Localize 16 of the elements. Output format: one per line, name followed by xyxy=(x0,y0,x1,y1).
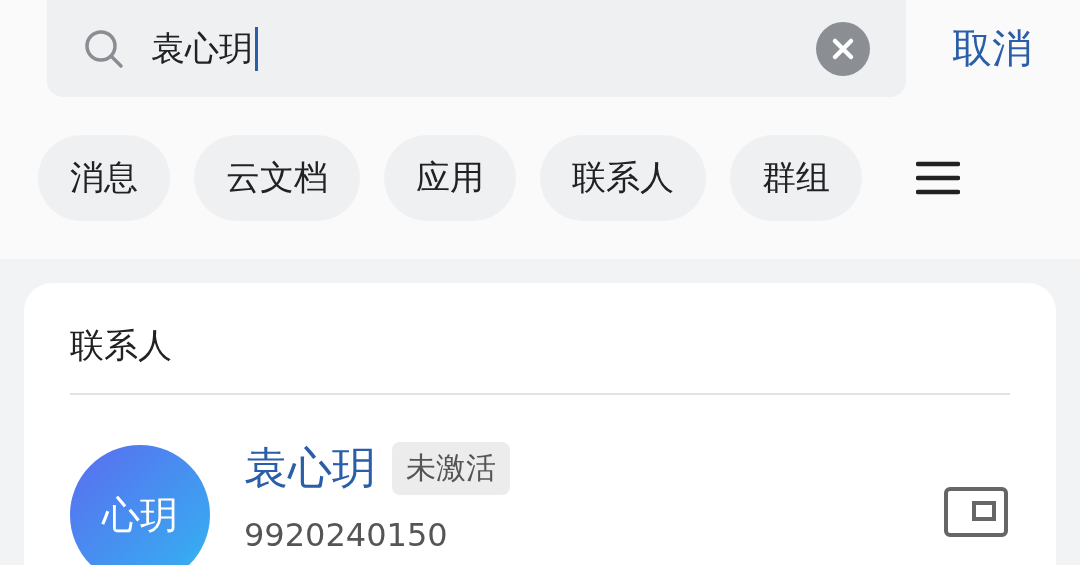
contact-name[interactable]: 袁心玥 xyxy=(244,439,376,498)
filter-chip[interactable]: 联系人 xyxy=(540,135,706,221)
status-badge: 未激活 xyxy=(392,442,510,495)
filter-chip[interactable]: 云文档 xyxy=(194,135,360,221)
filter-chip[interactable]: 群组 xyxy=(730,135,862,221)
search-field[interactable]: 袁心玥 xyxy=(47,0,906,97)
menu-icon[interactable] xyxy=(916,161,960,195)
id-card-icon[interactable] xyxy=(944,487,1008,537)
avatar: 心玥 xyxy=(70,445,210,565)
filter-chip[interactable]: 应用 xyxy=(384,135,516,221)
search-icon xyxy=(83,27,125,70)
filter-chip[interactable]: 消息 xyxy=(38,135,170,221)
section-title: 联系人 xyxy=(70,324,173,367)
clear-icon[interactable] xyxy=(816,21,870,76)
contact-number: 9920240150 xyxy=(244,516,449,554)
cancel-button[interactable]: 取消 xyxy=(952,21,1032,76)
